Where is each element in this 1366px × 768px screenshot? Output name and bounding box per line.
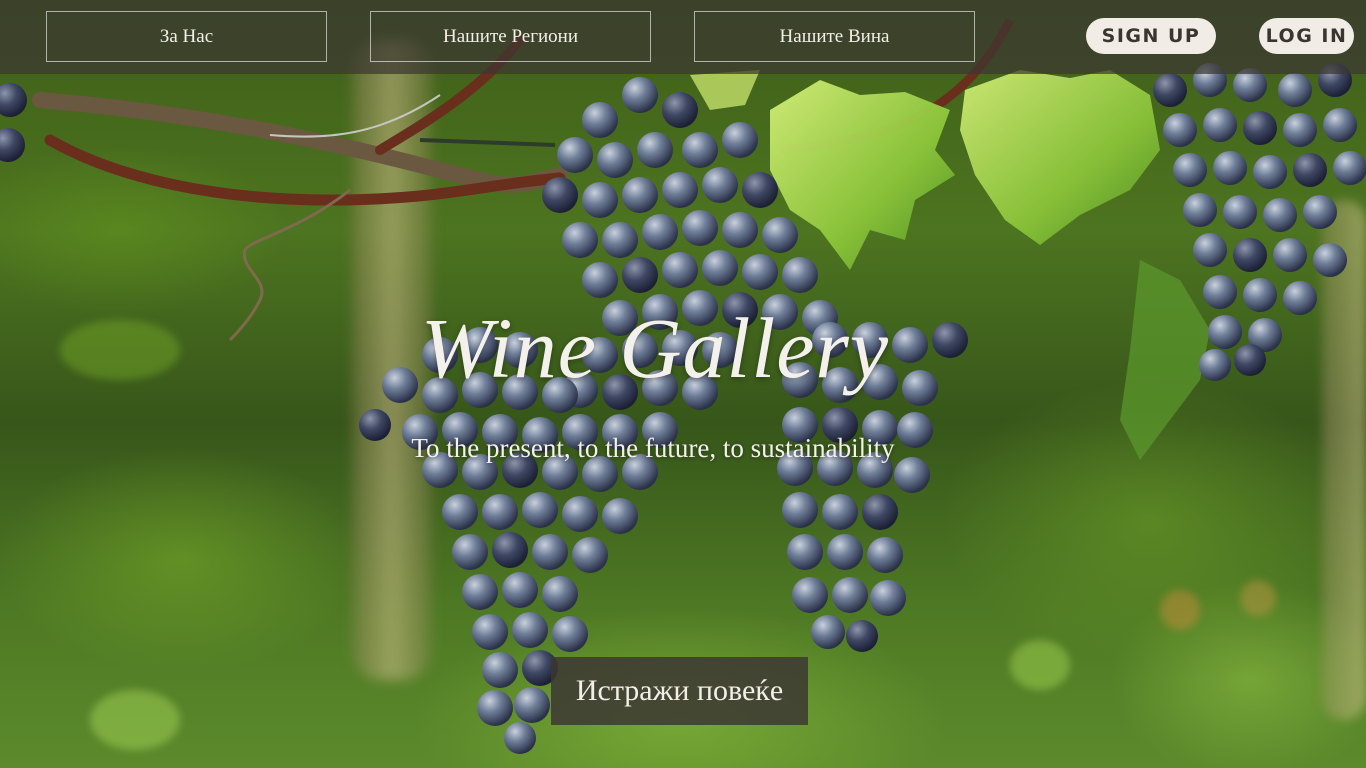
nav-link-regions[interactable]: Нашите Региони bbox=[370, 11, 651, 62]
nav-link-wines[interactable]: Нашите Вина bbox=[694, 11, 975, 62]
nav-link-about[interactable]: За Нас bbox=[46, 11, 327, 62]
log-in-button[interactable]: LOG IN bbox=[1259, 18, 1354, 54]
hero-title: Wine Gallery bbox=[420, 300, 890, 396]
explore-more-button[interactable]: Истражи повеќе bbox=[551, 657, 808, 725]
hero-subtitle: To the present, to the future, to sustai… bbox=[411, 433, 895, 463]
sign-up-button[interactable]: SIGN UP bbox=[1086, 18, 1216, 54]
top-navbar: За Нас Нашите Региони Нашите Вина SIGN U… bbox=[0, 0, 1366, 74]
